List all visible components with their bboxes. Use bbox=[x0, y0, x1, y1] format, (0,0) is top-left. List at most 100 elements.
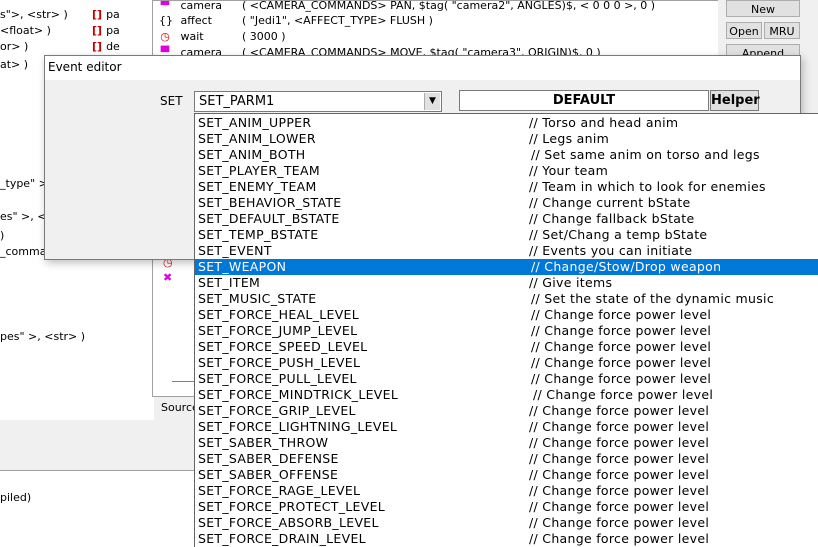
dropdown-option[interactable]: SET_SABER_OFFENSE // Change force power l… bbox=[195, 467, 818, 483]
dropdown-option[interactable]: SET_TEMP_BSTATE // Set/Chang a temp bStat… bbox=[195, 227, 818, 243]
option-name: SET_FORCE_HEAL_LEVEL bbox=[198, 307, 360, 322]
option-comment: // Set the state of the dynamic music bbox=[531, 291, 774, 306]
dialog-title: Event editor bbox=[45, 56, 800, 80]
left-code-line: at> ) bbox=[0, 58, 29, 71]
divider bbox=[172, 381, 196, 382]
dropdown-option[interactable]: SET_BEHAVIOR_STATE // Change current bSta… bbox=[195, 195, 818, 211]
option-name: SET_FORCE_MINDTRICK_LEVEL bbox=[198, 387, 399, 402]
bracket-icon: [] bbox=[92, 24, 103, 37]
dropdown-option[interactable]: SET_FORCE_GRIP_LEVEL // Change force powe… bbox=[195, 403, 818, 419]
new-button[interactable]: New bbox=[726, 0, 800, 17]
tree-node[interactable]: ◷ wait ( 3000 ) bbox=[159, 29, 285, 45]
dropdown-option[interactable]: SET_FORCE_MINDTRICK_LEVEL // Change force… bbox=[195, 387, 818, 403]
option-comment: // Change force power level bbox=[531, 371, 712, 386]
bracket-icon: [] bbox=[92, 40, 103, 53]
dropdown-option[interactable]: SET_SABER_THROW // Change force power lev… bbox=[195, 435, 818, 451]
affect-icon: {} bbox=[159, 14, 173, 27]
dropdown-option[interactable]: SET_SABER_DEFENSE // Change force power l… bbox=[195, 451, 818, 467]
option-comment: // Change force power level bbox=[531, 323, 712, 338]
dropdown-option[interactable]: SET_FORCE_PUSH_LEVEL // Change force powe… bbox=[195, 355, 818, 371]
option-name: SET_FORCE_PULL_LEVEL bbox=[198, 371, 357, 386]
camera-icon: ▀ bbox=[160, 0, 170, 12]
option-name: SET_FORCE_SPEED_LEVEL bbox=[198, 339, 368, 354]
option-comment: // Change force power level bbox=[529, 483, 710, 498]
option-comment: // Change force power level bbox=[529, 515, 710, 530]
helper-button[interactable]: Helper bbox=[710, 90, 760, 111]
dropdown-option[interactable]: SET_FORCE_ABSORB_LEVEL // Change force po… bbox=[195, 515, 818, 531]
dropdown-option[interactable]: SET_ENEMY_TEAM // Team in which to look f… bbox=[195, 179, 818, 195]
file-button-panel: New Open MRU Append bbox=[718, 0, 818, 61]
dropdown-option[interactable]: SET_DEFAULT_BSTATE // Change fallback bSt… bbox=[195, 211, 818, 227]
param-row[interactable]: [] de bbox=[92, 40, 120, 53]
dropdown-option[interactable]: SET_FORCE_DRAIN_LEVEL // Change force pow… bbox=[195, 531, 818, 547]
camera-icon: ✖ bbox=[163, 271, 173, 284]
option-name: SET_ANIM_LOWER bbox=[198, 131, 316, 146]
dropdown-option[interactable]: SET_PLAYER_TEAM // Your team bbox=[195, 163, 818, 179]
dropdown-option[interactable]: SET_ANIM_BOTH // Set same anim on torso a… bbox=[195, 147, 818, 163]
option-name: SET_FORCE_PUSH_LEVEL bbox=[198, 355, 361, 370]
dropdown-option[interactable]: SET_FORCE_PROTECT_LEVEL // Change force p… bbox=[195, 499, 818, 515]
tree-node[interactable]: ▀ camera ( <CAMERA_COMMANDS> PAN, $tag( … bbox=[159, 0, 655, 14]
dropdown-option[interactable]: SET_FORCE_SPEED_LEVEL // Change force pow… bbox=[195, 339, 818, 355]
left-code-line: pes" >, <str> ) bbox=[0, 330, 86, 343]
option-comment: // Torso and head anim bbox=[529, 115, 679, 130]
left-code-line: ) bbox=[0, 229, 5, 242]
option-comment: // Change current bState bbox=[529, 195, 691, 210]
option-comment: // Change force power level bbox=[529, 467, 710, 482]
option-comment: // Team in which to look for enemies bbox=[529, 179, 766, 194]
set-type-dropdown-list[interactable]: SET_ANIM_UPPER// Torso and head anim SET_… bbox=[194, 113, 818, 547]
option-name: SET_FORCE_PROTECT_LEVEL bbox=[198, 499, 386, 514]
option-comment: // Events you can initiate bbox=[529, 243, 693, 258]
bracket-icon: [] bbox=[92, 8, 103, 21]
option-comment: // Set/Chang a temp bState bbox=[529, 227, 708, 242]
dropdown-option[interactable]: SET_FORCE_HEAL_LEVEL // Change force powe… bbox=[195, 307, 818, 323]
option-name: SET_FORCE_LIGHTNING_LEVEL bbox=[198, 419, 398, 434]
option-name: SET_FORCE_JUMP_LEVEL bbox=[198, 323, 358, 338]
option-comment: // Legs anim bbox=[529, 131, 610, 146]
option-comment: // Give items bbox=[529, 275, 613, 290]
dropdown-option[interactable]: SET_ANIM_LOWER // Legs anim bbox=[195, 131, 818, 147]
tree-node[interactable]: {} affect ( "Jedi1", <AFFECT_TYPE> FLUSH… bbox=[159, 13, 433, 29]
option-name: SET_FORCE_GRIP_LEVEL bbox=[198, 403, 356, 418]
dropdown-option[interactable]: SET_ITEM // Give items bbox=[195, 275, 818, 291]
dropdown-option[interactable]: SET_FORCE_JUMP_LEVEL // Change force powe… bbox=[195, 323, 818, 339]
option-name: SET_MUSIC_STATE bbox=[198, 291, 317, 306]
option-name: SET_EVENT bbox=[198, 243, 272, 258]
left-code-line: _comma bbox=[0, 245, 47, 258]
option-comment: // Change force power level bbox=[529, 499, 710, 514]
mru-button[interactable]: MRU bbox=[764, 22, 800, 39]
option-comment: // Change force power level bbox=[531, 339, 712, 354]
param-row[interactable]: []pa bbox=[92, 24, 120, 37]
option-name: SET_WEAPON bbox=[198, 259, 287, 274]
dropdown-option[interactable]: SET_EVENT // Events you can initiate bbox=[195, 243, 818, 259]
dropdown-option[interactable]: SET_FORCE_LIGHTNING_LEVEL // Change force… bbox=[195, 419, 818, 435]
option-comment: // Change force power level bbox=[529, 435, 710, 450]
option-comment: // Your team bbox=[529, 163, 609, 178]
option-name: SET_SABER_DEFENSE bbox=[198, 451, 339, 466]
option-name: SET_FORCE_ABSORB_LEVEL bbox=[198, 515, 379, 530]
dropdown-option[interactable]: SET_MUSIC_STATE // Set the state of the d… bbox=[195, 291, 818, 307]
open-button[interactable]: Open bbox=[726, 22, 762, 39]
value-field[interactable]: DEFAULT bbox=[459, 90, 709, 111]
option-name: SET_ANIM_UPPER bbox=[198, 115, 312, 130]
set-label: SET bbox=[160, 94, 183, 108]
param-row[interactable]: []pa bbox=[92, 8, 120, 21]
dropdown-option[interactable]: SET_FORCE_PULL_LEVEL // Change force powe… bbox=[195, 371, 818, 387]
left-code-line: or> ) bbox=[0, 40, 29, 53]
option-name: SET_SABER_OFFENSE bbox=[198, 467, 339, 482]
dropdown-option[interactable]: SET_FORCE_RAGE_LEVEL // Change force powe… bbox=[195, 483, 818, 499]
option-name: SET_SABER_THROW bbox=[198, 435, 329, 450]
set-type-combobox[interactable]: SET_PARM1 ▼ bbox=[194, 91, 442, 112]
dropdown-option[interactable]: SET_WEAPON // Change/Stow/Drop weapon bbox=[195, 259, 818, 275]
option-comment: // Change/Stow/Drop weapon bbox=[531, 259, 722, 274]
combobox-value: SET_PARM1 bbox=[199, 94, 275, 109]
left-code-line: <float> ) bbox=[0, 24, 51, 37]
option-name: SET_ANIM_BOTH bbox=[198, 147, 306, 162]
option-name: SET_ENEMY_TEAM bbox=[198, 179, 317, 194]
wait-icon: ◷ bbox=[160, 30, 170, 43]
option-name: SET_ITEM bbox=[198, 275, 261, 290]
option-name: SET_TEMP_BSTATE bbox=[198, 227, 319, 242]
option-comment: // Change force power level bbox=[529, 451, 710, 466]
dropdown-option[interactable]: SET_ANIM_UPPER // Torso and head anim bbox=[195, 115, 818, 131]
chevron-down-icon[interactable]: ▼ bbox=[424, 93, 440, 110]
